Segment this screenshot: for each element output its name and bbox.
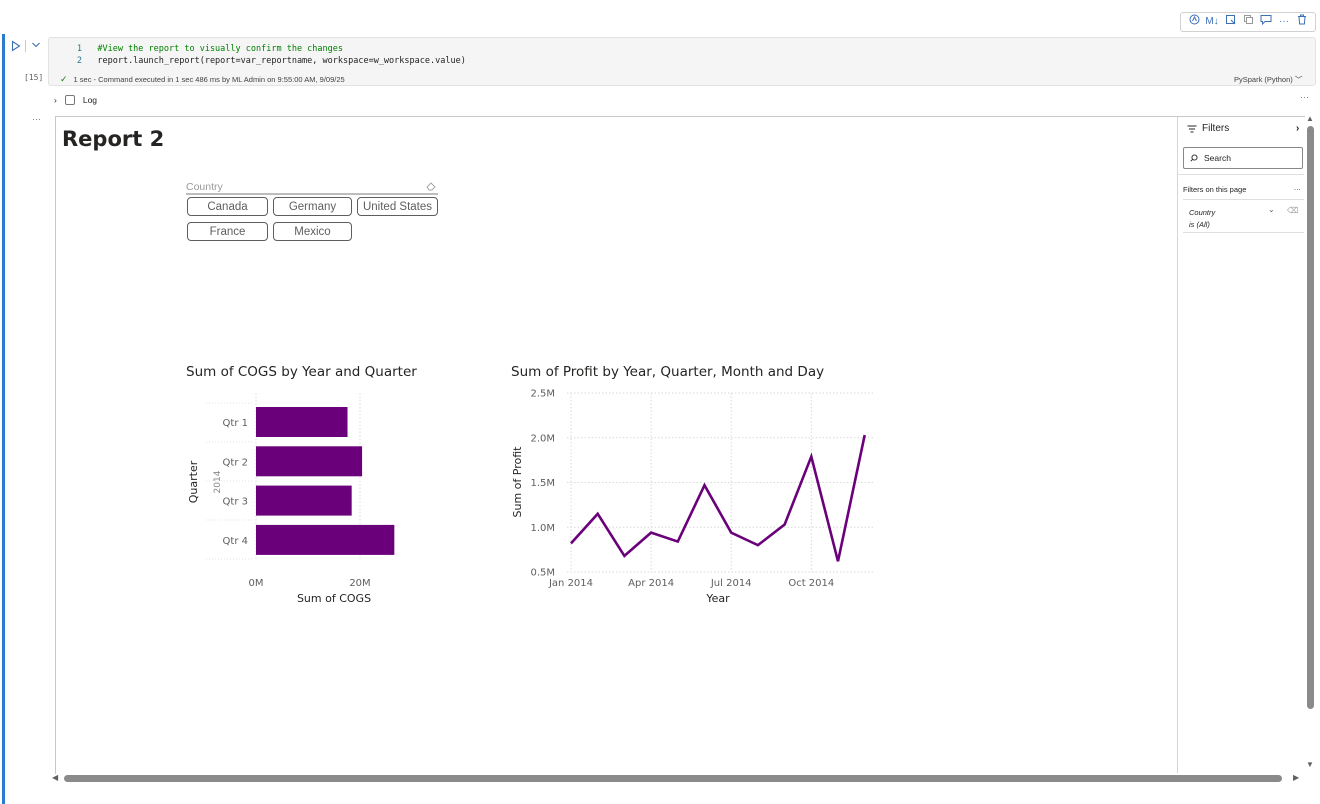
scroll-left-icon[interactable]: ◀ [52, 773, 58, 782]
slicer-option-germany[interactable]: Germany [273, 197, 352, 216]
y-group-label: 2014 [213, 470, 223, 493]
cell-toolbar: M↓ ··· [1180, 12, 1316, 32]
x-axis-label: Sum of COGS [297, 592, 371, 605]
search-placeholder: Search [1204, 153, 1231, 163]
bar [256, 446, 363, 477]
log-toggle[interactable]: › Log [54, 95, 97, 105]
x-tick-label: Apr 2014 [628, 578, 674, 589]
x-tick-label: 0M [249, 578, 264, 589]
execution-count: [15] [24, 73, 44, 82]
y-tick-label: Qtr 4 [223, 536, 248, 547]
freeze-icon[interactable] [1223, 14, 1237, 30]
slicer-title: Country [186, 181, 223, 193]
check-icon: ✓ [60, 74, 68, 84]
bar-chart-title: Sum of COGS by Year and Quarter [186, 364, 417, 380]
run-separator [25, 40, 26, 52]
filters-section-title: Filters on this page [1183, 185, 1247, 194]
y-tick-label: Qtr 1 [223, 418, 248, 429]
execution-status: ✓ 1 sec - Command executed in 1 sec 486 m… [60, 74, 345, 85]
code-text: report.launch_report(report=var_reportna… [97, 56, 466, 66]
chevron-down-icon[interactable] [31, 40, 41, 50]
filter-icon [1187, 125, 1197, 132]
slicer-option-united-states[interactable]: United States [357, 197, 438, 216]
eraser-icon[interactable] [426, 181, 437, 191]
filters-title: Filters [1202, 123, 1230, 134]
filter-field: Country [1189, 208, 1216, 217]
filters-header: Filters [1187, 123, 1229, 134]
slicer-option-france[interactable]: France [187, 222, 268, 241]
more-icon[interactable]: ... [1294, 183, 1301, 192]
y-tick-label: 1.0M [530, 523, 555, 534]
slicer-divider [186, 193, 438, 195]
series-line [570, 434, 866, 562]
x-tick-label: Jan 2014 [548, 578, 593, 589]
log-icon [64, 95, 75, 105]
y-tick-label: 0.5M [530, 568, 555, 579]
cogs-bar-chart[interactable]: Qtr 1 Qtr 2 Qtr 3 Qtr 4 0M 20M Sum of COGS Quar… [180, 385, 420, 610]
x-tick-label: 20M [349, 578, 370, 589]
bar [256, 524, 395, 555]
more-icon[interactable]: ··· [32, 114, 41, 124]
kernel-selector[interactable]: PySpark (Python) ﹀ [1234, 74, 1302, 85]
more-icon[interactable]: ··· [1300, 92, 1309, 102]
copilot-icon[interactable] [1187, 14, 1201, 30]
scroll-right-icon[interactable]: ▶ [1293, 773, 1299, 782]
y-tick-label: 2.0M [530, 433, 555, 444]
code-text: #View the report to visually confirm the… [97, 44, 343, 54]
bar [256, 485, 352, 516]
scroll-up-icon[interactable]: ▲ [1306, 114, 1314, 123]
markdown-icon[interactable]: M↓ [1205, 15, 1219, 29]
filter-condition: is (All) [1189, 220, 1210, 229]
y-axis-label: Sum of Profit [511, 446, 524, 518]
copy-icon[interactable] [1241, 14, 1255, 30]
bar [256, 407, 348, 437]
y-axis-label: Quarter [187, 460, 200, 503]
kernel-label: PySpark (Python) [1234, 75, 1293, 84]
horizontal-scrollbar[interactable] [64, 775, 1282, 782]
y-tick-label: 2.5M [530, 389, 555, 400]
scroll-down-icon[interactable]: ▼ [1306, 760, 1314, 769]
more-icon[interactable]: ··· [1277, 15, 1291, 29]
chevron-down-icon[interactable]: ⌄ [1268, 205, 1275, 214]
line-chart-title: Sum of Profit by Year, Quarter, Month an… [511, 364, 825, 380]
status-text: 1 sec - Command executed in 1 sec 486 ms… [73, 75, 345, 84]
line-number: 2 [76, 56, 82, 66]
eraser-icon[interactable]: ⌫ [1287, 206, 1298, 215]
filters-section-divider [1177, 174, 1304, 175]
x-tick-label: Jul 2014 [710, 578, 752, 589]
log-label: Log [82, 95, 98, 105]
slicer-option-canada[interactable]: Canada [187, 197, 268, 216]
y-tick-label: Qtr 3 [223, 497, 248, 508]
chevron-right-icon: › [54, 95, 57, 105]
y-tick-label: 1.5M [530, 478, 555, 489]
active-cell-indicator [2, 34, 5, 804]
filters-search-input[interactable]: Search [1183, 147, 1303, 169]
vertical-scrollbar[interactable] [1307, 126, 1314, 709]
chevron-right-icon[interactable]: › [1296, 123, 1299, 134]
line-number: 1 [76, 44, 82, 54]
run-cell-icon[interactable] [11, 40, 21, 52]
profit-line-chart[interactable]: 0.5M 1.0M 1.5M 2.0M 2.5M Jan 2014 Apr 2014 Jul … [505, 385, 885, 610]
slicer-option-mexico[interactable]: Mexico [273, 222, 352, 241]
comment-icon[interactable] [1259, 14, 1273, 30]
code-line-2[interactable]: 2 report.launch_report(report=var_report… [72, 56, 466, 66]
x-axis-label: Year [705, 592, 730, 605]
search-icon [1190, 154, 1198, 162]
chevron-down-icon: ﹀ [1294, 75, 1303, 84]
report-title: Report 2 [62, 127, 165, 151]
delete-icon[interactable] [1295, 14, 1309, 30]
x-tick-label: Oct 2014 [788, 578, 834, 589]
y-tick-label: Qtr 2 [223, 457, 248, 468]
code-line-1[interactable]: 1 #View the report to visually confirm t… [72, 44, 343, 54]
